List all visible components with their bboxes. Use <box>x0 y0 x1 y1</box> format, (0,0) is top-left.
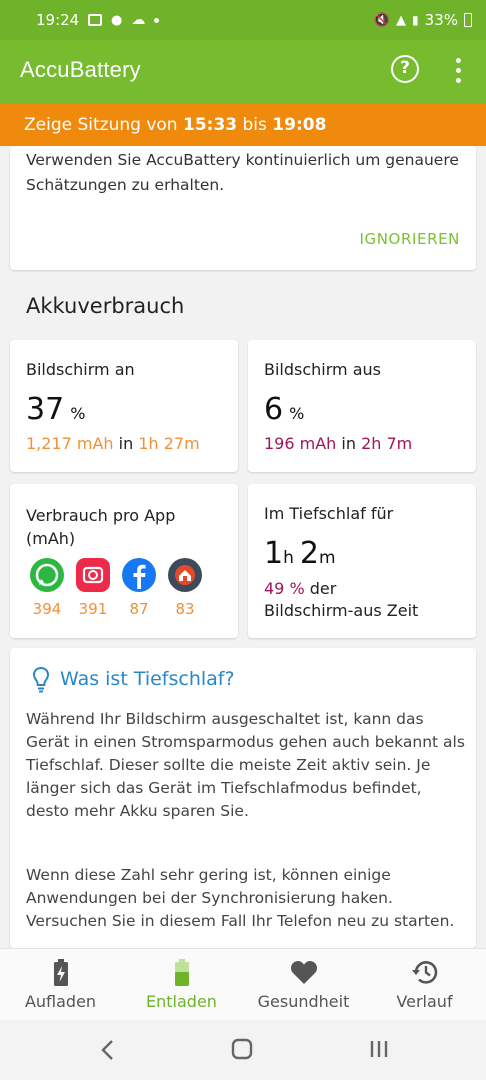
info-paragraph-1: Während Ihr Bildschirm ausgeschaltet ist… <box>26 710 465 820</box>
bulb-status-icon: ● <box>111 12 123 28</box>
nav-entladen[interactable]: Entladen <box>121 949 242 1021</box>
tip-text: Verwenden Sie AccuBattery kontinuierlich… <box>26 151 459 194</box>
screen-on-usage: 1,217 mAh in 1h 27m <box>26 434 200 453</box>
nav-gesundheit[interactable]: Gesundheit <box>243 949 364 1021</box>
recents-icon[interactable] <box>368 1038 390 1060</box>
nav-label-verlauf: Verlauf <box>396 992 453 1011</box>
session-middle: bis <box>242 115 267 135</box>
home-icon[interactable] <box>231 1038 253 1060</box>
whatsapp-icon[interactable] <box>30 558 64 592</box>
app-title: AccuBattery <box>20 57 141 82</box>
lightbulb-icon <box>32 666 50 693</box>
screen-on-percent: 37% <box>26 392 86 427</box>
nav-label-entladen: Entladen <box>146 992 217 1011</box>
help-icon[interactable]: ? <box>391 55 419 83</box>
launcher-icon[interactable] <box>168 558 202 592</box>
wifi-icon: ▲ <box>396 12 407 28</box>
deep-sleep-card: Im Tiefschlaf für 1h 2m 49 % der Bildschi… <box>248 484 476 638</box>
more-notifications-icon <box>154 17 160 23</box>
mute-icon: 🔇 <box>373 12 391 28</box>
instagram-icon[interactable] <box>76 558 110 592</box>
screen-off-label: Bildschirm aus <box>264 360 381 379</box>
info-title: Was ist Tiefschlaf? <box>60 668 235 690</box>
gallery-icon <box>88 14 102 26</box>
status-system-icons: 🔇 ▲ ▮ 33% <box>374 11 472 29</box>
deep-sleep-info-card: Was ist Tiefschlaf? Während Ihr Bildschi… <box>10 648 476 948</box>
instagram-value: 391 <box>78 600 108 618</box>
bottom-navigation: Aufladen Entladen Gesundheit Verlauf <box>0 948 486 1020</box>
screen-off-percent: 6% <box>264 392 305 427</box>
signal-icon: ▮ <box>412 13 419 27</box>
deep-sleep-share: 49 % der Bildschirm-aus Zeit <box>264 579 419 620</box>
ignore-button[interactable]: IGNORIEREN <box>359 230 460 248</box>
charging-battery-icon <box>53 959 68 986</box>
history-icon <box>411 961 437 984</box>
status-time: 19:24 <box>36 11 80 29</box>
status-bar: 19:24 ● ☁ 🔇 ▲ ▮ 33% <box>0 0 486 40</box>
discharging-battery-icon <box>174 959 189 986</box>
session-banner[interactable]: Zeige Sitzung von 15:33 bis 19:08 <box>0 104 486 146</box>
tip-card: Verwenden Sie AccuBattery kontinuierlich… <box>10 146 476 270</box>
nav-label-aufladen: Aufladen <box>24 992 97 1011</box>
facebook-icon[interactable] <box>122 558 156 592</box>
app-bar: AccuBattery ? <box>0 40 486 104</box>
back-icon[interactable] <box>98 1038 116 1062</box>
session-start: 15:33 <box>182 115 238 135</box>
overflow-menu-icon[interactable] <box>446 56 470 86</box>
battery-icon <box>464 13 472 27</box>
nav-verlauf[interactable]: Verlauf <box>364 949 485 1021</box>
cloud-icon: ☁ <box>131 12 146 28</box>
section-title: Akkuverbrauch <box>26 294 185 318</box>
app-icons-row <box>30 558 202 592</box>
facebook-value: 87 <box>129 600 149 618</box>
system-navigation-bar <box>0 1020 486 1080</box>
whatsapp-value: 394 <box>32 600 62 618</box>
deep-sleep-label: Im Tiefschlaf für <box>264 504 394 523</box>
deep-sleep-duration: 1h 2m <box>264 536 336 571</box>
status-notification-icons: ● ☁ <box>88 12 160 28</box>
session-prefix: Zeige Sitzung von <box>24 115 178 135</box>
nav-aufladen[interactable]: Aufladen <box>0 949 121 1021</box>
battery-percent: 33% <box>424 11 458 29</box>
heart-icon <box>290 961 317 984</box>
screen-on-label: Bildschirm an <box>26 360 135 379</box>
nav-label-gesundheit: Gesundheit <box>257 992 350 1011</box>
launcher-value: 83 <box>175 600 195 618</box>
screen-on-card: Bildschirm an 37% 1,217 mAh in 1h 27m <box>10 340 238 472</box>
session-end: 19:08 <box>272 115 327 135</box>
info-paragraph-2: Wenn diese Zahl sehr gering ist, können … <box>26 866 455 930</box>
screen-off-card: Bildschirm aus 6% 196 mAh in 2h 7m <box>248 340 476 472</box>
app-usage-card[interactable]: Verbrauch pro App (mAh) 394 391 87 83 <box>10 484 238 638</box>
app-values-row: 394 391 87 83 <box>30 600 202 618</box>
app-usage-label: Verbrauch pro App (mAh) <box>26 506 176 548</box>
screen-off-usage: 196 mAh in 2h 7m <box>264 434 413 453</box>
